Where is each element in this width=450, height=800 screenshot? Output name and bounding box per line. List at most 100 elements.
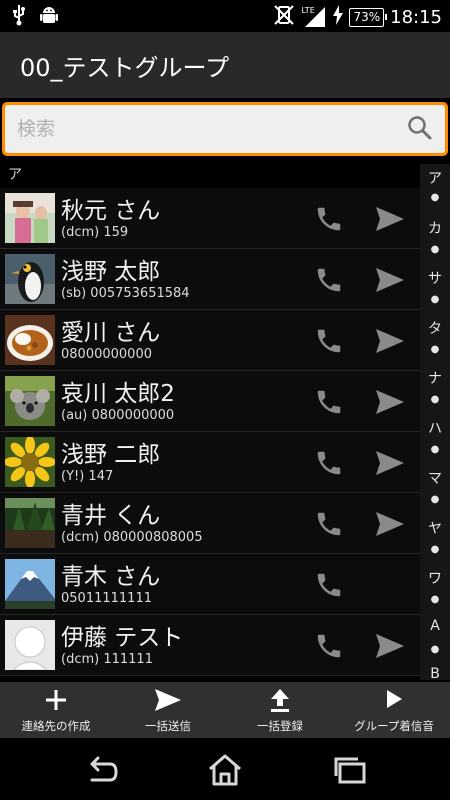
- action-label: 一括送信: [145, 719, 191, 733]
- home-icon[interactable]: [205, 754, 245, 786]
- photo-forest: [5, 498, 55, 548]
- create-contact-button[interactable]: 連絡先の作成: [0, 682, 112, 738]
- contact-name: 青井 くん: [61, 503, 161, 529]
- list-item[interactable]: 秋元 さん (dcm) 159: [0, 188, 420, 249]
- phone-icon[interactable]: [314, 265, 344, 295]
- index-separator: ●: [430, 644, 440, 655]
- contact-name: 青木 さん: [61, 564, 161, 590]
- phone-icon[interactable]: [314, 326, 344, 356]
- phone-icon[interactable]: [314, 204, 344, 234]
- bulk-send-button[interactable]: 一括送信: [112, 682, 224, 738]
- contact-name: 浅野 太郎: [61, 259, 161, 285]
- android-icon: [40, 4, 58, 30]
- send-icon[interactable]: [374, 266, 406, 294]
- index-item[interactable]: マ: [420, 468, 450, 488]
- bottom-action-bar: 連絡先の作成 一括送信 一括登録 グループ着信音: [0, 682, 450, 738]
- send-icon[interactable]: [374, 388, 406, 416]
- list-item[interactable]: 伊藤 テスト (dcm) 111111: [0, 615, 420, 676]
- phone-icon[interactable]: [314, 570, 344, 600]
- battery-indicator: 73%: [349, 7, 387, 27]
- contact-list[interactable]: 秋元 さん (dcm) 159 浅野 太郎 (sb) 005753651584 …: [0, 188, 420, 680]
- title-bar: 00_テストグループ: [0, 32, 450, 98]
- index-item[interactable]: サ: [420, 268, 450, 288]
- index-separator: ●: [430, 394, 440, 405]
- contact-number: (dcm) 159: [61, 225, 129, 240]
- index-separator: ●: [430, 494, 440, 505]
- page-title: 00_テストグループ: [20, 54, 230, 82]
- index-separator: ●: [430, 594, 440, 605]
- contact-number: (sb) 005753651584: [61, 286, 190, 301]
- photo-sunflower: [5, 437, 55, 487]
- send-icon: [112, 688, 224, 714]
- upload-icon: [224, 688, 336, 714]
- photo-default-avatar: [5, 620, 55, 670]
- recents-icon[interactable]: [330, 754, 370, 786]
- photo-curry: [5, 315, 55, 365]
- vibrate-off-icon: [273, 4, 295, 30]
- contact-number: (Y!) 147: [61, 469, 114, 484]
- search-icon[interactable]: [407, 115, 433, 145]
- phone-icon[interactable]: [314, 448, 344, 478]
- status-bar: LTE 73% 18:15: [0, 0, 450, 32]
- navigation-bar: [0, 740, 450, 800]
- index-scroller[interactable]: ア ● カ ● サ ● タ ● ナ ● ハ ● マ ● ヤ ● ワ ● A ● …: [420, 164, 450, 682]
- index-item[interactable]: ハ: [420, 418, 450, 438]
- contact-name: 伊藤 テスト: [61, 625, 184, 651]
- index-item[interactable]: カ: [420, 218, 450, 238]
- index-item[interactable]: A: [420, 618, 450, 634]
- index-separator: ●: [430, 444, 440, 455]
- list-item[interactable]: 愛川 さん 08000000000: [0, 310, 420, 371]
- contact-number: (dcm) 111111: [61, 652, 153, 667]
- index-item[interactable]: ヤ: [420, 518, 450, 538]
- back-icon[interactable]: [80, 754, 120, 786]
- action-label: 一括登録: [257, 719, 303, 733]
- contact-name: 愛川 さん: [61, 320, 161, 346]
- list-item[interactable]: 浅野 二郎 (Y!) 147: [0, 432, 420, 493]
- action-label: グループ着信音: [354, 719, 434, 733]
- search-input[interactable]: [15, 111, 399, 147]
- send-icon[interactable]: [374, 205, 406, 233]
- index-item[interactable]: ナ: [420, 368, 450, 388]
- group-ringtone-button[interactable]: グループ着信音: [338, 682, 450, 738]
- send-icon[interactable]: [374, 632, 406, 660]
- index-item[interactable]: ワ: [420, 568, 450, 588]
- section-header: ア: [8, 167, 22, 183]
- contact-name: 哀川 太郎2: [61, 381, 175, 407]
- index-separator: ●: [430, 294, 440, 305]
- photo-penguin: [5, 254, 55, 304]
- send-icon[interactable]: [374, 510, 406, 538]
- send-icon[interactable]: [374, 449, 406, 477]
- list-item[interactable]: 浅野 太郎 (sb) 005753651584: [0, 249, 420, 310]
- photo-koala: [5, 376, 55, 426]
- bulk-register-button[interactable]: 一括登録: [224, 682, 336, 738]
- contact-name: 浅野 二郎: [61, 442, 161, 468]
- index-separator: ●: [430, 192, 440, 203]
- index-separator: ●: [430, 544, 440, 555]
- contact-number: 08000000000: [61, 347, 152, 362]
- charging-icon: [333, 5, 344, 29]
- play-icon: [338, 688, 450, 714]
- search-box: [5, 105, 445, 153]
- clock: 18:15: [390, 6, 442, 28]
- phone-icon[interactable]: [314, 509, 344, 539]
- index-separator: ●: [430, 244, 440, 255]
- list-item[interactable]: 哀川 太郎2 (au) 0800000000: [0, 371, 420, 432]
- index-item[interactable]: ア: [420, 168, 450, 188]
- phone-icon[interactable]: [314, 631, 344, 661]
- index-separator: ●: [430, 344, 440, 355]
- contact-number: (dcm) 080000808005: [61, 530, 203, 545]
- contact-number: (au) 0800000000: [61, 408, 175, 423]
- plus-icon: [0, 688, 112, 714]
- search-container: [2, 102, 448, 156]
- index-item[interactable]: B: [420, 666, 450, 682]
- list-item[interactable]: 青井 くん (dcm) 080000808005: [0, 493, 420, 554]
- photo-portrait-pink: [5, 193, 55, 243]
- action-label: 連絡先の作成: [21, 719, 91, 733]
- contact-name: 秋元 さん: [61, 198, 161, 224]
- usb-icon: [12, 4, 26, 30]
- phone-icon[interactable]: [314, 387, 344, 417]
- send-icon[interactable]: [374, 327, 406, 355]
- index-item[interactable]: タ: [420, 318, 450, 338]
- photo-mount-fuji: [5, 559, 55, 609]
- list-item[interactable]: 青木 さん 05011111111: [0, 554, 420, 615]
